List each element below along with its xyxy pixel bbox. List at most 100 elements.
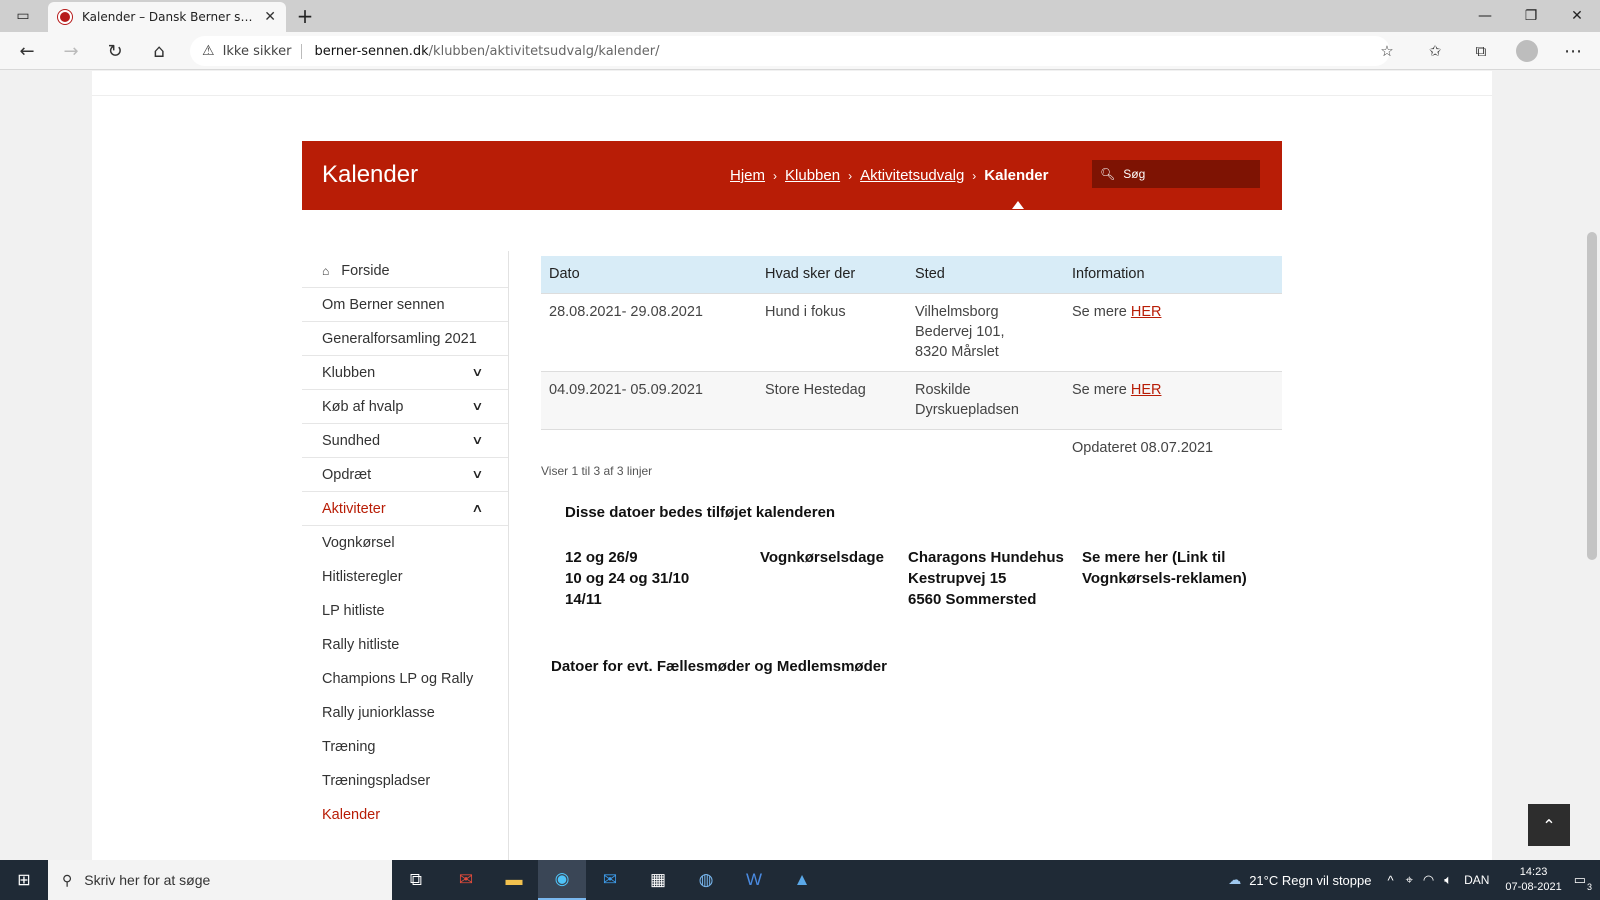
column-header-sted[interactable]: Sted <box>907 256 1064 293</box>
sidebar-item-label: Køb af hvalp <box>322 398 404 415</box>
meet-icon[interactable]: ⌖ <box>1406 872 1413 888</box>
sidebar-subitem-label: Træningspladser <box>322 773 431 789</box>
extra-place: Charagons Hundehus Kestrupvej 15 6560 So… <box>908 547 1064 610</box>
chevron-down-icon[interactable]: ∨ <box>471 365 483 379</box>
minimize-icon[interactable]: — <box>1462 0 1508 32</box>
network-icon[interactable]: ◠ <box>1423 872 1434 888</box>
restore-icon[interactable]: ❐ <box>1508 0 1554 32</box>
sidebar-item-sundhed[interactable]: Sundhed ∨ <box>302 424 508 458</box>
skype-icon[interactable]: ◍ <box>682 860 730 900</box>
sidebar-subitem-traening[interactable]: Træning <box>302 730 508 764</box>
clock[interactable]: 14:23 07-08-2021 <box>1505 865 1561 895</box>
task-view-icon[interactable]: ⧉ <box>392 860 440 900</box>
table-header-row: Dato Hvad sker der Sted Information <box>541 256 1282 293</box>
cell-sted: Roskilde Dyrskuepladsen <box>907 370 1064 429</box>
table-info: Viser 1 til 3 af 3 linjer <box>541 464 653 478</box>
column-header-information[interactable]: Information <box>1064 256 1282 293</box>
sidebar-item-opdraet[interactable]: Opdræt ∨ <box>302 458 508 492</box>
sidebar-subitem-hitlisteregler[interactable]: Hitlisteregler <box>302 560 508 594</box>
url-host: berner-sennen.dk <box>314 43 429 59</box>
profile-icon[interactable] <box>1512 36 1542 66</box>
sidebar-item-koeb-af-hvalp[interactable]: Køb af hvalp ∨ <box>302 390 508 424</box>
sidebar-subitem-champions[interactable]: Champions LP og Rally <box>302 662 508 696</box>
more-menu-icon[interactable]: ⋯ <box>1558 36 1588 66</box>
sidebar-item-forside[interactable]: ⌂ Forside <box>302 254 508 288</box>
scroll-to-top-button[interactable]: ⌃ <box>1528 804 1570 846</box>
word-icon[interactable]: W <box>730 860 778 900</box>
info-link[interactable]: HER <box>1131 382 1162 398</box>
sidebar-item-aktiviteter[interactable]: Aktiviteter ∧ <box>302 492 508 526</box>
taskbar-search-placeholder: Skriv her for at søge <box>84 872 211 888</box>
gmail-icon[interactable]: ✉ <box>442 860 490 900</box>
breadcrumb-home[interactable]: Hjem <box>730 167 765 184</box>
sidebar-subitem-lp-hitliste[interactable]: LP hitliste <box>302 594 508 628</box>
forward-icon[interactable]: → <box>56 36 86 66</box>
close-tab-icon[interactable]: ✕ <box>264 9 276 25</box>
file-explorer-icon[interactable]: ▬ <box>490 860 538 900</box>
sidebar: ⌂ Forside Om Berner sennen Generalforsam… <box>302 254 508 832</box>
sidebar-subitem-vognkoersel[interactable]: Vognkørsel <box>302 526 508 560</box>
cell-empty <box>541 428 757 467</box>
search-box[interactable]: 🔍︎ <box>1092 160 1260 188</box>
breadcrumb-klubben[interactable]: Klubben <box>785 167 840 184</box>
column-header-hvad[interactable]: Hvad sker der <box>757 256 907 293</box>
chevron-down-icon[interactable]: ∨ <box>471 433 483 447</box>
chevron-up-icon[interactable]: ∧ <box>471 501 483 515</box>
refresh-icon[interactable]: ↻ <box>100 36 130 66</box>
taskbar-search[interactable]: ⚲ Skriv her for at søge <box>48 860 392 900</box>
system-tray: ☁ 21°C Regn vil stoppe ^ ⌖ ◠ 🔈︎ DAN 14:2… <box>1228 860 1600 900</box>
cell-information: Se mere HER <box>1064 292 1282 371</box>
sidebar-subitem-rally-juniorklasse[interactable]: Rally juniorklasse <box>302 696 508 730</box>
collections-icon[interactable]: ⧉ <box>1466 36 1496 66</box>
sidebar-subitem-label: Vognkørsel <box>322 535 395 551</box>
edge-icon[interactable]: ◉ <box>538 860 586 900</box>
store-icon[interactable]: ▦ <box>634 860 682 900</box>
extra-more-line: Se mere her (Link til <box>1082 549 1226 566</box>
info-link[interactable]: HER <box>1131 304 1162 320</box>
column-header-dato[interactable]: Dato <box>541 256 757 293</box>
extra-dates-title: Disse datoer bedes tilføjet kalenderen <box>565 504 836 521</box>
add-favorite-icon[interactable]: ☆ <box>1372 36 1402 66</box>
home-icon[interactable]: ⌂ <box>144 36 174 66</box>
chevron-up-icon[interactable]: ^ <box>1387 873 1393 888</box>
weather-icon[interactable]: ☁ <box>1228 872 1241 888</box>
sidebar-item-klubben[interactable]: Klubben ∨ <box>302 356 508 390</box>
cell-sted-line: Roskilde <box>915 381 971 398</box>
sidebar-subitem-rally-hitliste[interactable]: Rally hitliste <box>302 628 508 662</box>
weather-text[interactable]: 21°C Regn vil stoppe <box>1249 873 1371 888</box>
search-input[interactable] <box>1123 167 1244 181</box>
mail-icon[interactable]: ✉ <box>586 860 634 900</box>
sidebar-item-generalforsamling[interactable]: Generalforsamling 2021 <box>302 322 508 356</box>
sidebar-item-label: Opdræt <box>322 466 372 483</box>
photos-icon[interactable]: ▲ <box>778 860 826 900</box>
close-window-icon[interactable]: ✕ <box>1554 0 1600 32</box>
tab-title: Kalender – Dansk Berner sennen <box>82 10 256 24</box>
notifications-icon[interactable]: ▭ 3 <box>1574 872 1592 892</box>
address-bar: ← → ↻ ⌂ ⚠ Ikke sikker berner-sennen.dk/k… <box>0 32 1600 70</box>
breadcrumb-aktivitetsudvalg[interactable]: Aktivitetsudvalg <box>860 167 964 184</box>
sidebar-item-label: Om Berner sennen <box>322 296 445 313</box>
url-field[interactable]: ⚠ Ikke sikker berner-sennen.dk/klubben/a… <box>190 36 1390 66</box>
breadcrumb-separator-icon: › <box>773 168 778 183</box>
chevron-down-icon[interactable]: ∨ <box>471 399 483 413</box>
favorites-icon[interactable]: ✩ <box>1420 36 1450 66</box>
breadcrumb-separator-icon: › <box>972 168 977 183</box>
scrollbar-thumb[interactable] <box>1587 232 1597 560</box>
sidebar-subitem-kalender[interactable]: Kalender <box>302 798 508 832</box>
cell-sted-line: Bedervej 101, <box>915 323 1005 340</box>
cell-information: Se mere HER <box>1064 370 1282 429</box>
start-button[interactable]: ⊞ <box>0 860 48 900</box>
sidebar-item-label: Sundhed <box>322 432 381 449</box>
new-tab-icon[interactable]: + <box>282 0 328 32</box>
back-icon[interactable]: ← <box>12 36 42 66</box>
tab-active[interactable]: Kalender – Dansk Berner sennen ✕ <box>48 2 286 32</box>
sidebar-subitem-traeningspladser[interactable]: Træningspladser <box>302 764 508 798</box>
chevron-up-icon: ⌃ <box>1542 815 1556 835</box>
cell-hvad: Store Hestedag <box>757 370 907 429</box>
sidebar-item-label: Generalforsamling 2021 <box>322 330 477 347</box>
sidebar-item-om-berner-sennen[interactable]: Om Berner sennen <box>302 288 508 322</box>
language-indicator[interactable]: DAN <box>1464 873 1489 887</box>
tab-actions-icon[interactable]: ▭ <box>0 0 46 32</box>
chevron-down-icon[interactable]: ∨ <box>471 467 483 481</box>
volume-icon[interactable]: 🔈︎ <box>1444 872 1452 888</box>
